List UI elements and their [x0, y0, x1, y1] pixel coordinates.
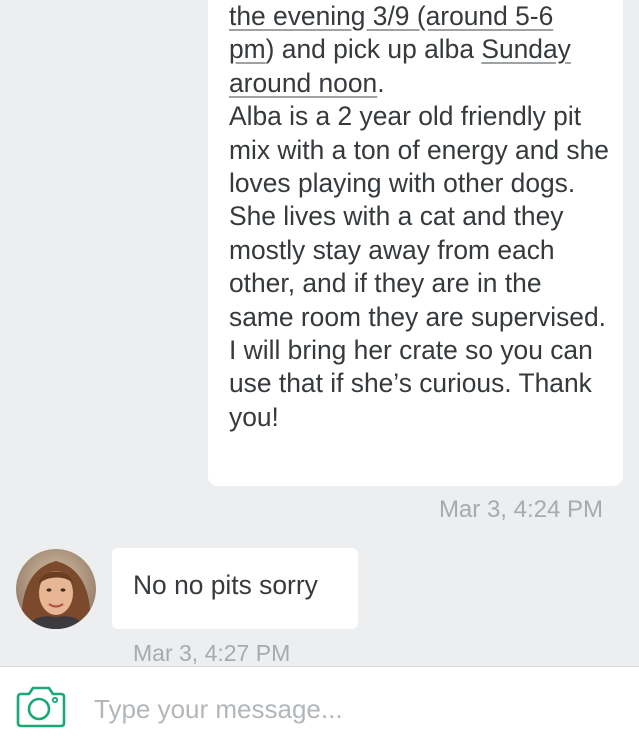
date-link[interactable]: the evening 3/9 (around 5-6: [229, 1, 553, 31]
outgoing-message-bubble: the evening 3/9 (around 5-6 pm) and pick …: [208, 0, 623, 486]
camera-button[interactable]: [15, 685, 67, 729]
incoming-timestamp: Mar 3, 4:27 PM: [133, 640, 291, 666]
message-thread[interactable]: the evening 3/9 (around 5-6 pm) and pick …: [0, 0, 639, 666]
camera-icon: [16, 686, 66, 728]
message-body: Alba is a 2 year old friendly pit mix wi…: [229, 101, 609, 432]
message-input[interactable]: [94, 689, 614, 729]
message-fragment-period: .: [377, 67, 385, 98]
outgoing-message-text: the evening 3/9 (around 5-6 pm) and pick …: [229, 0, 609, 434]
outgoing-timestamp: Mar 3, 4:24 PM: [438, 496, 603, 523]
message-fragment: ) and pick up alba: [265, 34, 482, 65]
day-link[interactable]: Sunday: [481, 34, 571, 64]
avatar[interactable]: [16, 549, 96, 629]
time-link-noon[interactable]: around noon: [229, 68, 377, 98]
time-link[interactable]: pm: [229, 34, 266, 64]
incoming-message-text: No no pits sorry: [133, 570, 318, 600]
incoming-message-bubble: No no pits sorry: [112, 548, 358, 629]
message-composer: [0, 666, 639, 752]
avatar-image: [16, 549, 96, 629]
